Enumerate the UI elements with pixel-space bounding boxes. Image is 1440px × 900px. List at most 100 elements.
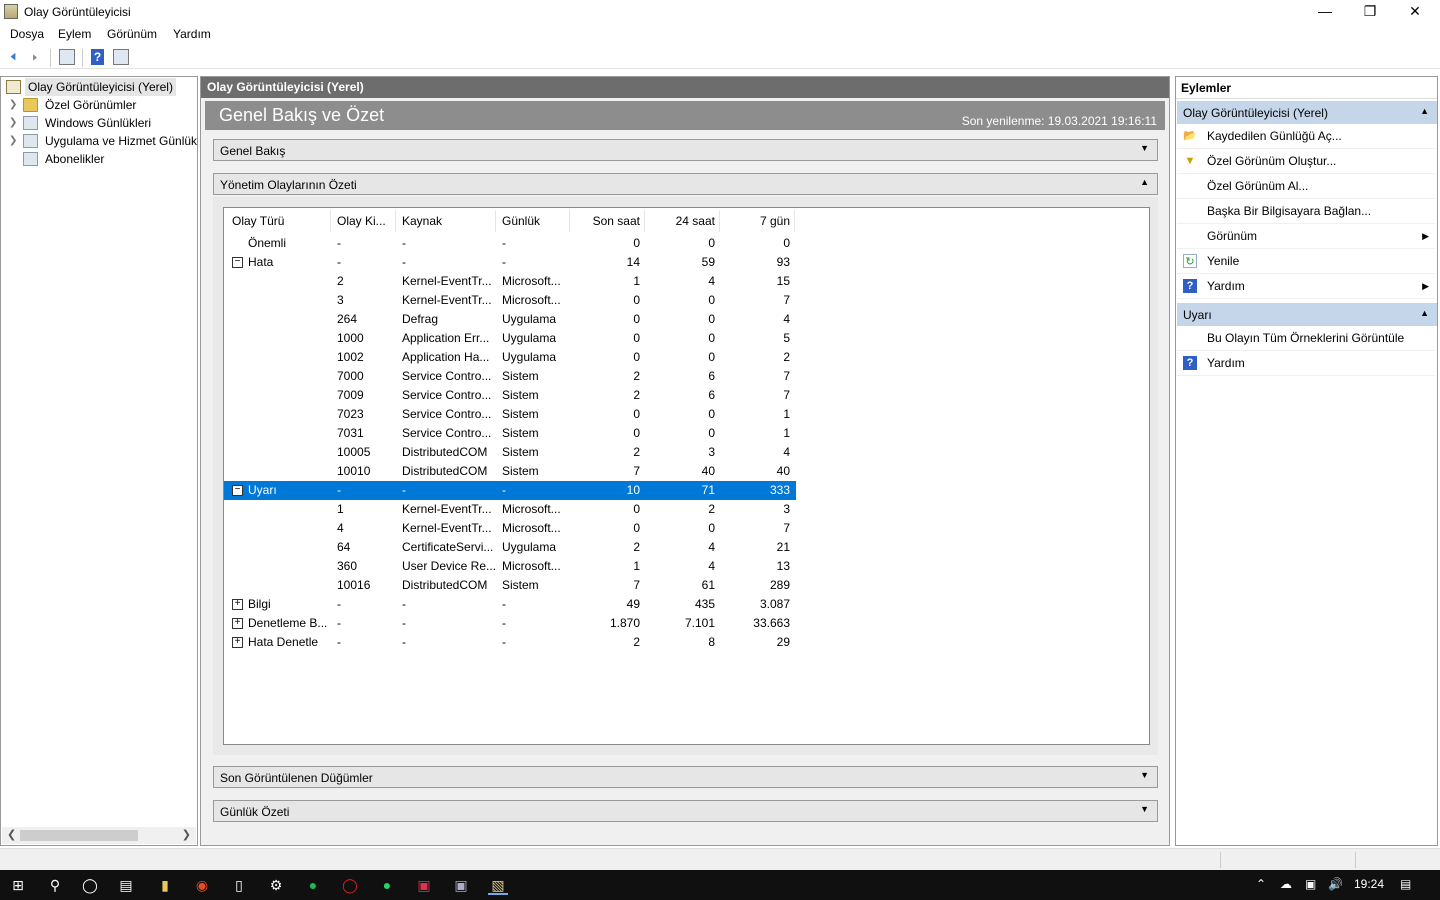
chevron-down-icon[interactable]: ▼ [1140,143,1149,153]
table-row[interactable]: 360 User Device Re... Microsoft... 1 4 13 [224,557,796,576]
table-cell: 4 [783,445,790,459]
table-row[interactable]: 10010 DistributedCOM Sistem 7 40 40 [224,462,796,481]
file-explorer-icon[interactable]: ▮ [155,875,175,895]
menu-action[interactable]: Eylem [58,27,91,41]
col-header-type[interactable]: Olay Türü [224,210,331,232]
chevron-down-icon[interactable]: ▼ [1140,770,1149,780]
forward-arrow-icon[interactable]: 🢒 [26,48,44,66]
opera-icon[interactable]: ◯ [340,875,360,895]
expand-chevron-icon[interactable]: ❯ [9,114,19,132]
table-row[interactable]: + Bilgi - - - 49 435 3.087 [224,595,796,614]
tree-root[interactable]: Olay Görüntüleyicisi (Yerel) [1,78,197,96]
table-row[interactable]: Önemli - - - 0 0 0 [224,234,796,253]
table-row[interactable]: + Hata Denetle - - - 2 8 29 [224,633,796,652]
chevron-up-icon[interactable]: ▲ [1140,177,1149,187]
restore-button[interactable]: ❐ [1347,0,1393,24]
action-item[interactable]: ↻ Yenile [1177,249,1435,274]
back-arrow-icon[interactable]: 🢐 [4,48,22,66]
search-icon[interactable]: ⚲ [45,875,65,895]
table-row[interactable]: − Hata - - - 14 59 93 [224,253,796,272]
tree-item-app-service-logs[interactable]: ❯ Uygulama ve Hizmet Günlükleri [1,132,197,150]
close-button[interactable]: ✕ [1392,0,1438,24]
show-hide-actions-icon[interactable] [113,49,129,65]
table-row[interactable]: 1002 Application Ha... Uygulama 0 0 2 [224,348,796,367]
show-hide-tree-icon[interactable] [59,49,75,65]
col-header-last-hour[interactable]: Son saat [570,210,645,232]
network-icon[interactable]: ▣ [1305,877,1316,891]
tree-item-windows-logs[interactable]: ❯ Windows Günlükleri [1,114,197,132]
table-row[interactable]: + Denetleme B... - - -1.870 7.101 33.663 [224,614,796,633]
expand-plus-icon[interactable]: + [232,618,243,629]
action-item[interactable]: ? Yardım ▶ [1177,274,1435,299]
collapse-up-icon[interactable]: ▲ [1420,308,1429,318]
spotify-icon[interactable]: ● [303,875,323,895]
chrome-icon[interactable]: ◉ [192,875,212,895]
expand-chevron-icon[interactable]: ❯ [9,132,19,150]
section-admin-summary[interactable]: Yönetim Olaylarının Özeti ▲ [213,173,1158,195]
table-row[interactable]: 2 Kernel-EventTr... Microsoft... 1 4 15 [224,272,796,291]
whatsapp-icon[interactable]: ● [377,875,397,895]
app-icon[interactable]: ▣ [414,875,434,895]
table-row[interactable]: 64 CertificateServi... Uygulama 2 4 21 [224,538,796,557]
col-header-log[interactable]: Günlük [496,210,570,232]
notifications-icon[interactable]: ▤ [1400,877,1411,891]
col-header-7d[interactable]: 7 gün [720,210,795,232]
table-row[interactable]: 1000 Application Err... Uygulama 0 0 5 [224,329,796,348]
scrollbar-thumb[interactable] [20,830,138,841]
section-overview[interactable]: Genel Bakış ▼ [213,139,1158,161]
table-row[interactable]: 10005 DistributedCOM Sistem 2 3 4 [224,443,796,462]
cortana-icon[interactable]: ◯ [80,875,100,895]
actions-group-local[interactable]: Olay Görüntüleyicisi (Yerel) ▲ [1177,101,1437,124]
action-item[interactable]: ? Yardım [1177,351,1435,376]
table-row[interactable]: 10016 DistributedCOM Sistem 7 61 289 [224,576,796,595]
table-row[interactable]: 7023 Service Contro... Sistem 0 0 1 [224,405,796,424]
menu-file[interactable]: Dosya [10,27,44,41]
col-header-24h[interactable]: 24 saat [645,210,720,232]
table-row[interactable]: 4 Kernel-EventTr... Microsoft... 0 0 7 [224,519,796,538]
action-item[interactable]: 📂 Kaydedilen Günlüğü Aç... [1177,124,1435,149]
table-row[interactable]: 264 Defrag Uygulama 0 0 4 [224,310,796,329]
notepad-icon[interactable]: ▯ [229,875,249,895]
action-item[interactable]: ▼ Özel Görünüm Oluştur... [1177,149,1435,174]
onedrive-icon[interactable]: ☁ [1280,877,1292,891]
scroll-right-icon[interactable]: ❯ [182,828,191,841]
start-windows-icon[interactable]: ⊞ [8,875,28,895]
network-app-icon[interactable]: ▣ [451,875,471,895]
task-view-icon[interactable]: ▤ [116,875,136,895]
expand-plus-icon[interactable]: + [232,637,243,648]
collapse-minus-icon[interactable]: − [232,485,243,496]
collapse-up-icon[interactable]: ▲ [1420,106,1429,116]
menu-help[interactable]: Yardım [173,27,211,41]
table-row[interactable]: 3 Kernel-EventTr... Microsoft... 0 0 7 [224,291,796,310]
event-viewer-taskbar-icon[interactable]: ▧ [488,875,508,895]
volume-icon[interactable]: 🔊 [1328,877,1343,891]
tree-horizontal-scrollbar[interactable]: ❮ ❯ [2,827,196,844]
scroll-left-icon[interactable]: ❮ [7,828,16,841]
help-icon[interactable]: ? [91,49,104,65]
collapse-minus-icon[interactable]: − [232,257,243,268]
action-item[interactable]: Görünüm ▶ [1177,224,1435,249]
tree-item-subscriptions[interactable]: Abonelikler [1,150,197,168]
table-row[interactable]: 7031 Service Contro... Sistem 0 0 1 [224,424,796,443]
clock[interactable]: 19:24 [1354,877,1384,891]
table-row[interactable]: 7009 Service Contro... Sistem 2 6 7 [224,386,796,405]
chevron-down-icon[interactable]: ▼ [1140,804,1149,814]
actions-group-warning[interactable]: Uyarı ▲ [1177,303,1437,326]
section-log-summary[interactable]: Günlük Özeti ▼ [213,800,1158,822]
expand-chevron-icon[interactable]: ❯ [9,96,19,114]
col-header-id[interactable]: Olay Ki... [331,210,396,232]
section-recent-nodes[interactable]: Son Görüntülenen Düğümler ▼ [213,766,1158,788]
action-item[interactable]: Bu Olayın Tüm Örneklerini Görüntüle [1177,326,1435,351]
tree-item-custom-views[interactable]: ❯ Özel Görünümler [1,96,197,114]
expand-plus-icon[interactable]: + [232,599,243,610]
settings-app-icon[interactable]: ⚙ [266,875,286,895]
table-row[interactable]: 7000 Service Contro... Sistem 2 6 7 [224,367,796,386]
menu-view[interactable]: Görünüm [107,27,157,41]
minimize-button[interactable]: — [1302,0,1348,24]
table-row[interactable]: − Uyarı - - -10 71 333 [224,481,796,500]
tray-chevron-icon[interactable]: ⌃ [1256,877,1266,891]
action-item[interactable]: Başka Bir Bilgisayara Bağlan... [1177,199,1435,224]
col-header-source[interactable]: Kaynak [396,210,496,232]
action-item[interactable]: Özel Görünüm Al... [1177,174,1435,199]
table-row[interactable]: 1 Kernel-EventTr... Microsoft... 0 2 3 [224,500,796,519]
